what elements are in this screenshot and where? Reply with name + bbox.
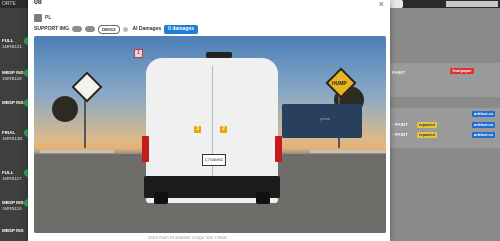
status-tag[interactable]: Yourpaper (450, 68, 474, 74)
link-tag[interactable]: artifact.co (472, 122, 496, 128)
support-toolbar: SUPPORT IMG DEIG2 AI Damages 0 damages (34, 24, 199, 34)
damage-marker[interactable]: 2 (220, 126, 227, 133)
license-plate: C7G6M9Z (202, 154, 226, 166)
position-chip: PL (45, 15, 52, 21)
damage-marker[interactable]: 3 (194, 126, 201, 133)
van-rear: C7G6M9Z (142, 52, 282, 204)
repaired-tag[interactable]: repaired (417, 122, 437, 128)
paint-row-text: - PAINT (392, 122, 408, 127)
brake-light (206, 52, 232, 58)
tail-lamp-right (275, 136, 282, 162)
damages-button[interactable]: 0 damages (164, 24, 199, 34)
detail-block (390, 63, 500, 97)
tail-lamp-left (142, 136, 149, 162)
header-text: ORTE (2, 1, 16, 7)
support-thumbnail[interactable] (85, 26, 96, 32)
background-detail-panel: PAINT Yourpaper artifact.co - PAINT repa… (390, 8, 500, 241)
list-row[interactable]: MBSP INS (0, 228, 28, 241)
link-tag[interactable]: artifact.co (472, 111, 496, 117)
ai-damages-label: AI Damages (132, 26, 162, 32)
eye-icon[interactable] (122, 26, 128, 32)
hump-sign-text: HUMP (332, 81, 347, 87)
support-oval-button[interactable]: DEIG2 (98, 24, 120, 34)
background-list-panel: FULL 1MRB121 MBSP INS 1MRB118 MBSP INS FIN… (0, 0, 32, 241)
vehicle-photo[interactable]: HUMP prime C7G6M9Z 1 2 3 (34, 36, 386, 233)
truck-logo-text: prime (320, 116, 331, 121)
chip-row: PL (34, 14, 51, 22)
curb (310, 150, 386, 153)
wheel-right (256, 192, 270, 204)
close-icon[interactable]: × (379, 0, 384, 9)
paint-label: PAINT (392, 70, 406, 75)
support-thumbnail[interactable] (72, 26, 83, 32)
color-swatch (34, 14, 42, 22)
image-viewer-modal: 08 × PL SUPPORT IMG DEIG2 AI Damages 0 d… (28, 0, 390, 241)
wheel-left (154, 192, 168, 204)
road-sign (71, 71, 103, 103)
curb (40, 150, 114, 153)
modal-title: 08 (34, 0, 42, 6)
top-pill-2 (446, 1, 498, 7)
link-tag[interactable]: artifact.co (472, 132, 496, 138)
paint-row-text: - PAINT (392, 132, 408, 137)
repaired-tag[interactable]: repaired (417, 132, 437, 138)
support-img-label: SUPPORT IMG (34, 26, 70, 32)
damage-marker[interactable]: 1 (134, 49, 143, 58)
tree (52, 96, 78, 122)
delivery-truck (282, 104, 362, 138)
image-caption: 2022 Ram ProMaster Cargo Van • Rear (148, 235, 228, 240)
